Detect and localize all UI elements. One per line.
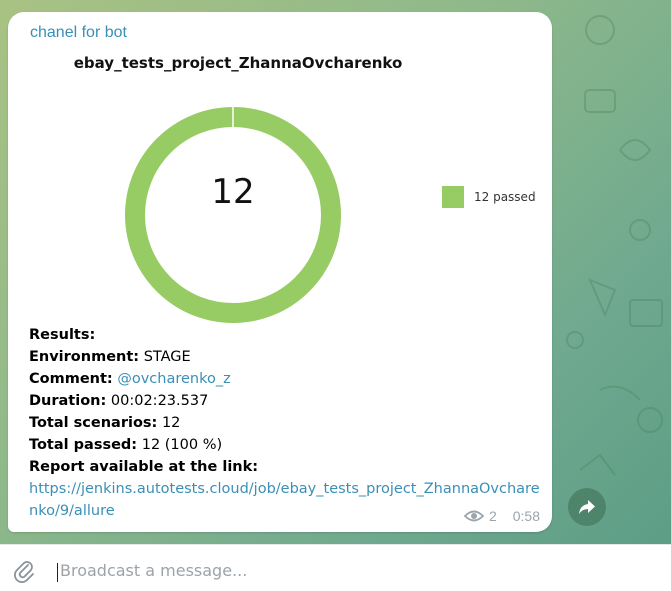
total-scenarios-value: 12 bbox=[161, 415, 181, 431]
message-text: Results: Environment: STAGE Comment: @ov… bbox=[29, 324, 544, 522]
results-label: Results: bbox=[29, 327, 96, 343]
forward-icon bbox=[579, 500, 595, 514]
total-passed-value: 12 (100 %) bbox=[141, 437, 223, 453]
result-chart: ebay_tests_project_ZhannaOvcharenko 12 1… bbox=[8, 54, 552, 323]
legend-swatch-passed bbox=[442, 186, 464, 208]
message-meta: 2 0:58 bbox=[463, 508, 540, 524]
message-input[interactable] bbox=[58, 555, 642, 585]
legend-label-passed: 12 passed bbox=[474, 190, 536, 204]
views-count: 2 bbox=[488, 508, 497, 524]
channel-name[interactable]: chanel for bot bbox=[30, 24, 127, 42]
forward-button[interactable] bbox=[568, 488, 606, 526]
attach-button[interactable] bbox=[12, 559, 36, 588]
comment-mention-link[interactable]: @ovcharenko_z bbox=[117, 371, 230, 387]
donut-chart bbox=[125, 107, 341, 323]
comment-label: Comment: bbox=[29, 371, 113, 387]
environment-label: Environment: bbox=[29, 349, 140, 365]
chart-center-value: 12 bbox=[211, 172, 255, 212]
environment-value: STAGE bbox=[143, 349, 191, 365]
duration-label: Duration: bbox=[29, 393, 107, 409]
message-composer bbox=[0, 544, 671, 591]
chat-background: chanel for bot ebay_tests_project_Zhanna… bbox=[0, 0, 671, 544]
total-scenarios-label: Total scenarios: bbox=[29, 415, 158, 431]
paperclip-icon bbox=[14, 561, 34, 583]
eye-icon bbox=[463, 510, 484, 522]
report-label: Report available at the link: bbox=[29, 459, 259, 475]
chart-title: ebay_tests_project_ZhannaOvcharenko bbox=[73, 54, 403, 72]
donut-slice-0 bbox=[125, 107, 341, 323]
total-passed-label: Total passed: bbox=[29, 437, 138, 453]
chart-legend: 12 passed bbox=[442, 186, 536, 208]
duration-value: 00:02:23.537 bbox=[110, 393, 209, 409]
message-time: 0:58 bbox=[512, 508, 540, 524]
message-bubble: chanel for bot ebay_tests_project_Zhanna… bbox=[8, 12, 552, 532]
